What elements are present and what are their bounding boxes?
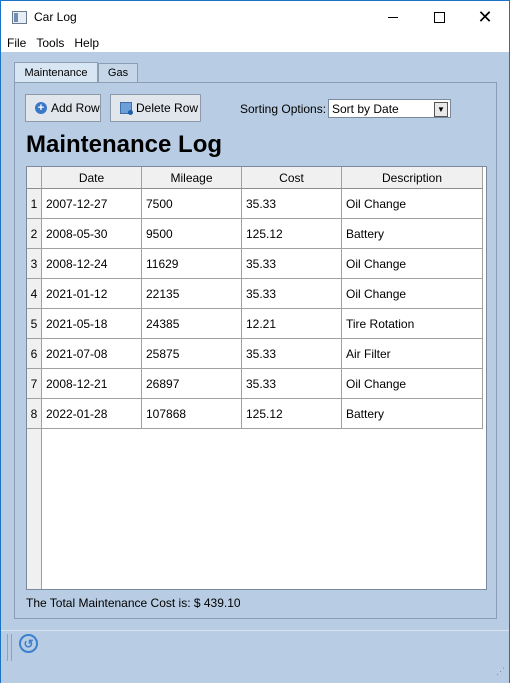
cell-mileage[interactable]: 25875: [142, 339, 242, 369]
cell-cost[interactable]: 35.33: [242, 339, 342, 369]
cell-date[interactable]: 2007-12-27: [42, 189, 142, 219]
cell-description[interactable]: Oil Change: [342, 249, 483, 279]
back-icon[interactable]: ↺: [19, 634, 38, 653]
add-row-label: Add Row: [51, 101, 100, 115]
table-row: 4 2021-01-12 22135 35.33 Oil Change: [27, 279, 486, 309]
cell-cost[interactable]: 35.33: [242, 189, 342, 219]
menu-bar: File Tools Help: [1, 33, 509, 52]
cell-date[interactable]: 2008-12-21: [42, 369, 142, 399]
toolbar-grip[interactable]: [7, 634, 12, 661]
cell-cost[interactable]: 35.33: [242, 369, 342, 399]
corner-cell: [27, 167, 42, 189]
cell-date[interactable]: 2008-12-24: [42, 249, 142, 279]
row-number[interactable]: 3: [27, 249, 42, 279]
cell-mileage[interactable]: 26897: [142, 369, 242, 399]
cell-date[interactable]: 2022-01-28: [42, 399, 142, 429]
cell-mileage[interactable]: 7500: [142, 189, 242, 219]
row-number[interactable]: 5: [27, 309, 42, 339]
sort-select[interactable]: Sort by Date ▼: [328, 99, 451, 118]
table-row: 2 2008-05-30 9500 125.12 Battery: [27, 219, 486, 249]
close-icon: ✕: [477, 7, 493, 27]
cell-description[interactable]: Battery: [342, 219, 483, 249]
chevron-down-icon: ▼: [434, 102, 448, 117]
table-row: 7 2008-12-21 26897 35.33 Oil Change: [27, 369, 486, 399]
cell-description[interactable]: Oil Change: [342, 279, 483, 309]
table-row: 6 2021-07-08 25875 35.33 Air Filter: [27, 339, 486, 369]
cell-mileage[interactable]: 11629: [142, 249, 242, 279]
cell-mileage[interactable]: 107868: [142, 399, 242, 429]
cell-description[interactable]: Oil Change: [342, 189, 483, 219]
app-icon: [12, 11, 27, 24]
cell-date[interactable]: 2021-01-12: [42, 279, 142, 309]
title-bar: Car Log ✕: [1, 1, 509, 33]
row-number[interactable]: 6: [27, 339, 42, 369]
maintenance-table: Date Mileage Cost Description 1 2007-12-…: [26, 166, 487, 590]
table-header-row: Date Mileage Cost Description: [27, 167, 486, 189]
resize-grip-icon[interactable]: ⋰: [493, 667, 505, 680]
menu-file[interactable]: File: [1, 36, 30, 50]
total-cost-label: The Total Maintenance Cost is: $ 439.10: [26, 596, 241, 610]
column-header-description[interactable]: Description: [342, 167, 483, 189]
sort-label: Sorting Options:: [240, 102, 327, 116]
delete-row-label: Delete Row: [136, 101, 199, 115]
cell-description[interactable]: Battery: [342, 399, 483, 429]
column-header-mileage[interactable]: Mileage: [142, 167, 242, 189]
add-icon: +: [35, 102, 47, 114]
row-number[interactable]: 1: [27, 189, 42, 219]
delete-icon: [120, 102, 133, 115]
app-window: Car Log ✕ File Tools Help Maintenance Ga…: [0, 0, 510, 683]
cell-date[interactable]: 2021-05-18: [42, 309, 142, 339]
cell-cost[interactable]: 125.12: [242, 399, 342, 429]
table-row: 5 2021-05-18 24385 12.21 Tire Rotation: [27, 309, 486, 339]
maximize-button[interactable]: [416, 1, 462, 33]
close-button[interactable]: ✕: [462, 1, 508, 33]
table-row: 1 2007-12-27 7500 35.33 Oil Change: [27, 189, 486, 219]
cell-cost[interactable]: 125.12: [242, 219, 342, 249]
bottom-toolbar: ↺ ⋰: [1, 630, 509, 683]
cell-cost[interactable]: 35.33: [242, 249, 342, 279]
row-number[interactable]: 8: [27, 399, 42, 429]
cell-date[interactable]: 2021-07-08: [42, 339, 142, 369]
row-number[interactable]: 7: [27, 369, 42, 399]
row-number[interactable]: 2: [27, 219, 42, 249]
cell-mileage[interactable]: 22135: [142, 279, 242, 309]
column-header-date[interactable]: Date: [42, 167, 142, 189]
add-row-button[interactable]: + Add Row: [25, 94, 101, 122]
cell-mileage[interactable]: 9500: [142, 219, 242, 249]
sort-select-value: Sort by Date: [332, 102, 399, 116]
cell-description[interactable]: Air Filter: [342, 339, 483, 369]
cell-description[interactable]: Tire Rotation: [342, 309, 483, 339]
minimize-button[interactable]: [370, 1, 416, 33]
cell-cost[interactable]: 35.33: [242, 279, 342, 309]
table-row: 3 2008-12-24 11629 35.33 Oil Change: [27, 249, 486, 279]
tab-maintenance[interactable]: Maintenance: [14, 62, 98, 83]
table-row: 8 2022-01-28 107868 125.12 Battery: [27, 399, 486, 429]
delete-row-button[interactable]: Delete Row: [110, 94, 201, 122]
cell-cost[interactable]: 12.21: [242, 309, 342, 339]
cell-date[interactable]: 2008-05-30: [42, 219, 142, 249]
cell-description[interactable]: Oil Change: [342, 369, 483, 399]
maintenance-panel: + Add Row Delete Row Sorting Options: So…: [14, 82, 497, 619]
column-header-cost[interactable]: Cost: [242, 167, 342, 189]
menu-tools[interactable]: Tools: [30, 36, 68, 50]
minimize-icon: [388, 16, 398, 18]
menu-help[interactable]: Help: [68, 36, 103, 50]
tab-gas[interactable]: Gas: [98, 63, 138, 82]
page-title: Maintenance Log: [26, 131, 223, 158]
window-title: Car Log: [34, 10, 77, 24]
cell-mileage[interactable]: 24385: [142, 309, 242, 339]
row-number[interactable]: 4: [27, 279, 42, 309]
maximize-icon: [433, 11, 445, 23]
